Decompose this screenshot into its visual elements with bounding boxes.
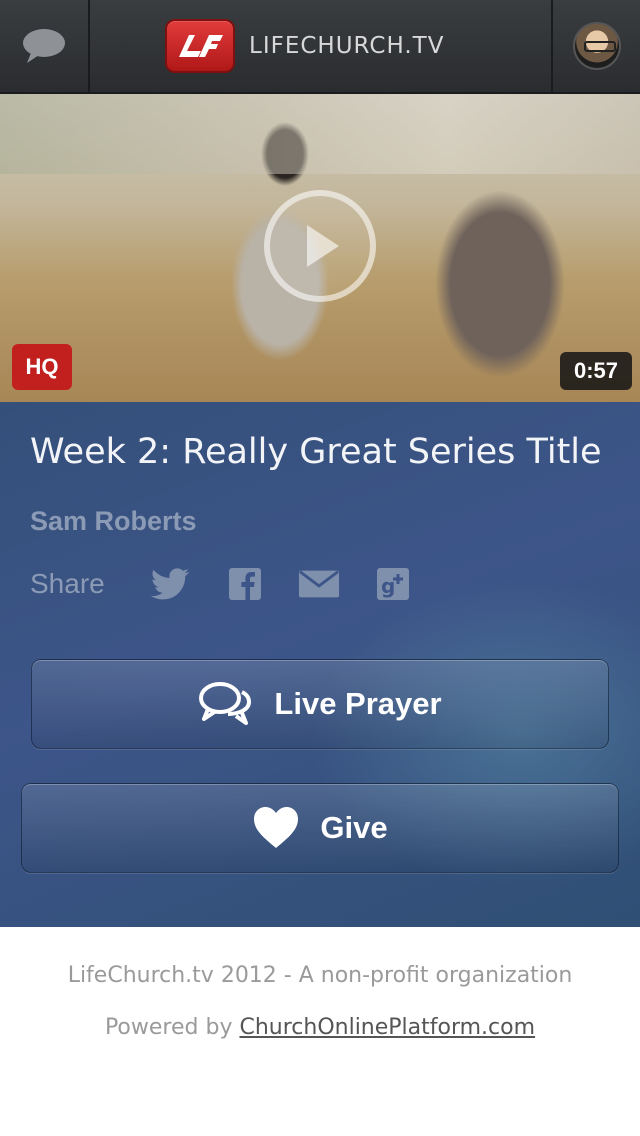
live-prayer-label: Live Prayer	[274, 686, 442, 721]
top-bar: LIFECHURCH.TV	[0, 0, 640, 94]
powered-by-prefix: Powered by	[104, 1015, 240, 1040]
twitter-icon[interactable]	[150, 566, 192, 602]
footer: LifeChurch.tv 2012 - A non-profit organi…	[0, 927, 640, 1136]
church-online-platform-link[interactable]: ChurchOnlinePlatform.com	[239, 1015, 535, 1040]
chat-bubbles-icon	[198, 681, 254, 727]
video-player[interactable]: HQ 0:57	[0, 94, 640, 402]
give-button[interactable]: Give	[21, 783, 619, 873]
message-panel: Week 2: Really Great Series Title Sam Ro…	[0, 402, 640, 927]
play-button[interactable]	[264, 190, 376, 302]
share-label: Share	[30, 568, 105, 599]
powered-by: Powered by ChurchOnlinePlatform.com	[0, 1015, 640, 1040]
video-duration: 0:57	[560, 352, 632, 390]
lifechurch-logo-icon	[165, 19, 235, 73]
profile-button[interactable]	[551, 0, 640, 92]
email-icon[interactable]	[298, 566, 340, 602]
chat-bubble-icon	[23, 29, 65, 63]
chat-button[interactable]	[0, 0, 90, 92]
facebook-icon[interactable]	[224, 566, 266, 602]
google-plus-icon[interactable]: g	[372, 566, 414, 602]
hq-toggle[interactable]: HQ	[12, 344, 72, 390]
share-row: Share g	[30, 564, 446, 604]
give-label: Give	[320, 810, 388, 845]
copyright-text: LifeChurch.tv 2012 - A non-profit organi…	[67, 963, 573, 988]
heart-icon	[252, 806, 300, 850]
user-avatar	[572, 22, 621, 70]
brand-logo[interactable]: LIFECHURCH.TV	[165, 18, 444, 74]
message-title: Week 2: Really Great Series Title	[30, 432, 602, 472]
brand-name: LIFECHURCH.TV	[249, 33, 445, 59]
play-icon	[307, 225, 339, 267]
live-prayer-button[interactable]: Live Prayer	[31, 659, 609, 749]
speaker-name: Sam Roberts	[30, 506, 197, 536]
